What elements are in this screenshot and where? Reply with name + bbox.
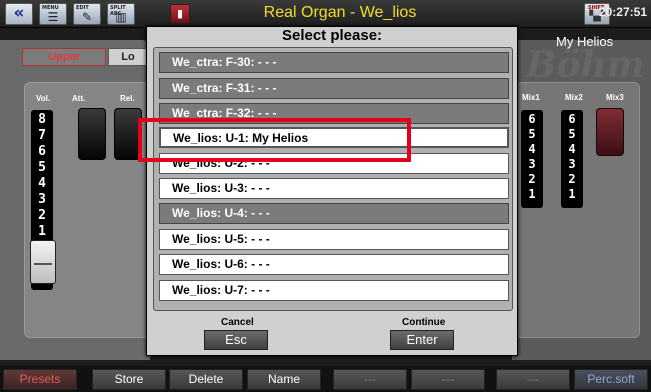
preset-name: My Helios	[556, 34, 614, 49]
delete-button[interactable]: Delete	[169, 369, 243, 390]
empty-button-5[interactable]: ---	[333, 369, 407, 390]
continue-label: Continue	[402, 317, 446, 328]
mix1-drawbar[interactable]: 6 5 4 3 2 1	[521, 110, 543, 208]
perc-soft-button[interactable]: Perc.soft	[574, 369, 648, 390]
page-title: Real Organ - We_lios	[263, 4, 417, 21]
empty-button-7[interactable]: ---	[496, 369, 570, 390]
split-button[interactable]: SPLIT ABC ▥	[107, 3, 135, 25]
keyboard-icon: ▥	[115, 10, 127, 24]
mix3-drawbar[interactable]	[596, 108, 624, 156]
col-vol-label: Vol.	[36, 94, 51, 103]
cancel-label: Cancel	[221, 317, 254, 328]
list-item[interactable]: We_ctra: F-30: - - -	[159, 52, 509, 73]
pencil-icon: ✎	[81, 10, 93, 24]
trash-icon: ▮	[176, 7, 184, 20]
presets-button[interactable]: Presets	[3, 369, 77, 390]
select-dialog: Select please: We_ctra: F-30: - - - We_c…	[146, 26, 518, 356]
dialog-title: Select please:	[281, 27, 383, 44]
top-bar: « MENU ☰ EDIT ✎ SPLIT ABC ▥ ▮ Real Organ…	[0, 0, 651, 28]
enter-button[interactable]: Enter	[390, 330, 454, 350]
clock: 20:27:51	[598, 5, 647, 19]
list-item[interactable]: We_lios: U-5: - - -	[159, 229, 509, 250]
highlight-frame	[138, 118, 411, 162]
col-mix3-label: Mix3	[606, 93, 624, 102]
list-item[interactable]: We_lios: U-3: - - -	[159, 178, 509, 199]
list-item[interactable]: We_lios: U-7: - - -	[159, 280, 509, 301]
store-button[interactable]: Store	[92, 369, 166, 390]
col-mix1-label: Mix1	[522, 93, 540, 102]
tab-lower[interactable]: Lo	[108, 48, 148, 66]
col-att-label: Att.	[72, 94, 86, 103]
menu-button[interactable]: MENU ☰	[39, 3, 67, 25]
list-item[interactable]: We_lios: U-4: - - -	[159, 203, 509, 224]
back-button[interactable]: «	[5, 3, 33, 25]
empty-button-6[interactable]: ---	[411, 369, 485, 390]
mix2-drawbar[interactable]: 6 5 4 3 2 1	[561, 110, 583, 208]
trash-button[interactable]: ▮	[170, 4, 190, 24]
col-rel-label: Rel.	[120, 94, 135, 103]
list-item[interactable]: We_lios: U-6: - - -	[159, 254, 509, 275]
volume-knob[interactable]	[30, 240, 56, 284]
name-button[interactable]: Name	[247, 369, 321, 390]
col-mix2-label: Mix2	[565, 93, 583, 102]
menu-lines-icon: ☰	[47, 10, 59, 24]
attack-drawbar[interactable]	[78, 108, 106, 160]
list-item[interactable]: We_ctra: F-31: - - -	[159, 78, 509, 99]
tab-upper[interactable]: Upper	[22, 48, 106, 66]
esc-button[interactable]: Esc	[204, 330, 268, 350]
preset-list[interactable]: We_ctra: F-30: - - - We_ctra: F-31: - - …	[153, 47, 513, 311]
boehm-watermark: Böhm	[526, 44, 645, 86]
edit-button[interactable]: EDIT ✎	[73, 3, 101, 25]
bottom-bar: Presets Store Delete Name --- --- --- Pe…	[0, 366, 651, 392]
left-panel: Upper Lo	[0, 40, 150, 360]
double-chevron-left-icon: «	[13, 3, 25, 23]
